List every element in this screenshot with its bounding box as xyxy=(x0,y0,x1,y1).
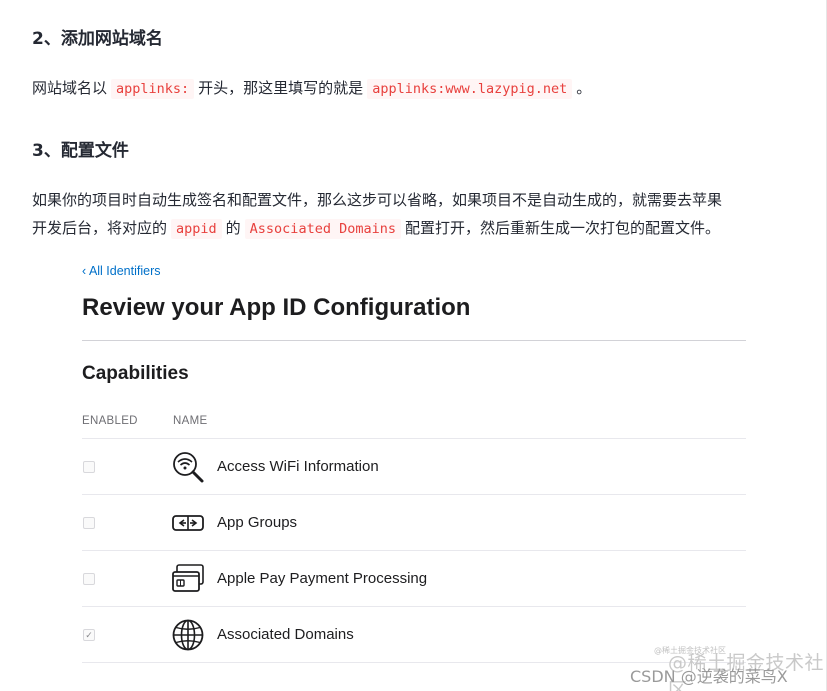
globe-icon xyxy=(172,619,204,651)
code-appid: appid xyxy=(171,219,222,239)
watermark-csdn: CSDN @逆袭的菜鸟X xyxy=(630,667,788,686)
capability-checkbox[interactable] xyxy=(83,517,95,529)
section-2-text-before: 网站域名以 xyxy=(32,79,108,97)
all-identifiers-back-link[interactable]: ‹ All Identifiers xyxy=(82,264,161,278)
title-divider xyxy=(82,340,746,341)
section-3-text-line2-mid: 的 xyxy=(225,219,241,237)
capability-label: Apple Pay Payment Processing xyxy=(217,570,428,587)
capability-row-apple-pay: Apple Pay Payment Processing xyxy=(82,550,746,607)
app-groups-icon xyxy=(172,515,204,531)
section-2-heading: 2、添加网站域名 xyxy=(32,29,163,49)
capability-row-associated-domains: ✓ Associated Domains xyxy=(82,606,746,663)
capability-row-access-wifi: Access WiFi Information xyxy=(82,438,746,495)
enabled-column-header: ENABLED xyxy=(82,415,138,427)
capability-checkbox[interactable] xyxy=(83,573,95,585)
capabilities-title: Capabilities xyxy=(82,363,189,384)
apple-pay-card-icon xyxy=(172,564,204,592)
section-2-text-middle: 开头，那这里填写的就是 xyxy=(198,79,364,97)
code-applinks-prefix: applinks: xyxy=(111,79,195,99)
capability-label: Associated Domains xyxy=(217,626,354,643)
section-3-heading: 3、配置文件 xyxy=(32,141,129,161)
capability-label: Access WiFi Information xyxy=(217,458,379,475)
wifi-search-icon xyxy=(173,452,204,483)
capability-checkbox-checked[interactable]: ✓ xyxy=(83,629,95,641)
capability-row-app-groups: App Groups xyxy=(82,494,746,551)
section-2-paragraph: 网站域名以 applinks: 开头，那这里填写的就是 applinks:www.la… xyxy=(32,74,812,103)
capability-checkbox[interactable] xyxy=(83,461,95,473)
review-config-title: Review your App ID Configuration xyxy=(82,294,471,321)
capability-label: App Groups xyxy=(217,514,298,531)
code-applinks-value: applinks:www.lazypig.net xyxy=(367,79,573,99)
code-associated-domains: Associated Domains xyxy=(244,219,401,239)
section-2-text-after: 。 xyxy=(576,79,592,97)
app-id-config-screenshot: ‹ All Identifiers Review your App ID Con… xyxy=(56,250,776,691)
section-3-text-line2-before: 开发后台，将对应的 xyxy=(32,219,168,237)
section-3-text-line1: 如果你的项目时自动生成签名和配置文件，那么这步可以省略，如果项目不是自动生成的，… xyxy=(32,191,723,209)
section-3-paragraph: 如果你的项目时自动生成签名和配置文件，那么这步可以省略，如果项目不是自动生成的，… xyxy=(32,186,812,243)
section-3-text-line2-after: 配置打开，然后重新生成一次打包的配置文件。 xyxy=(404,219,720,237)
name-column-header: NAME xyxy=(173,415,208,427)
